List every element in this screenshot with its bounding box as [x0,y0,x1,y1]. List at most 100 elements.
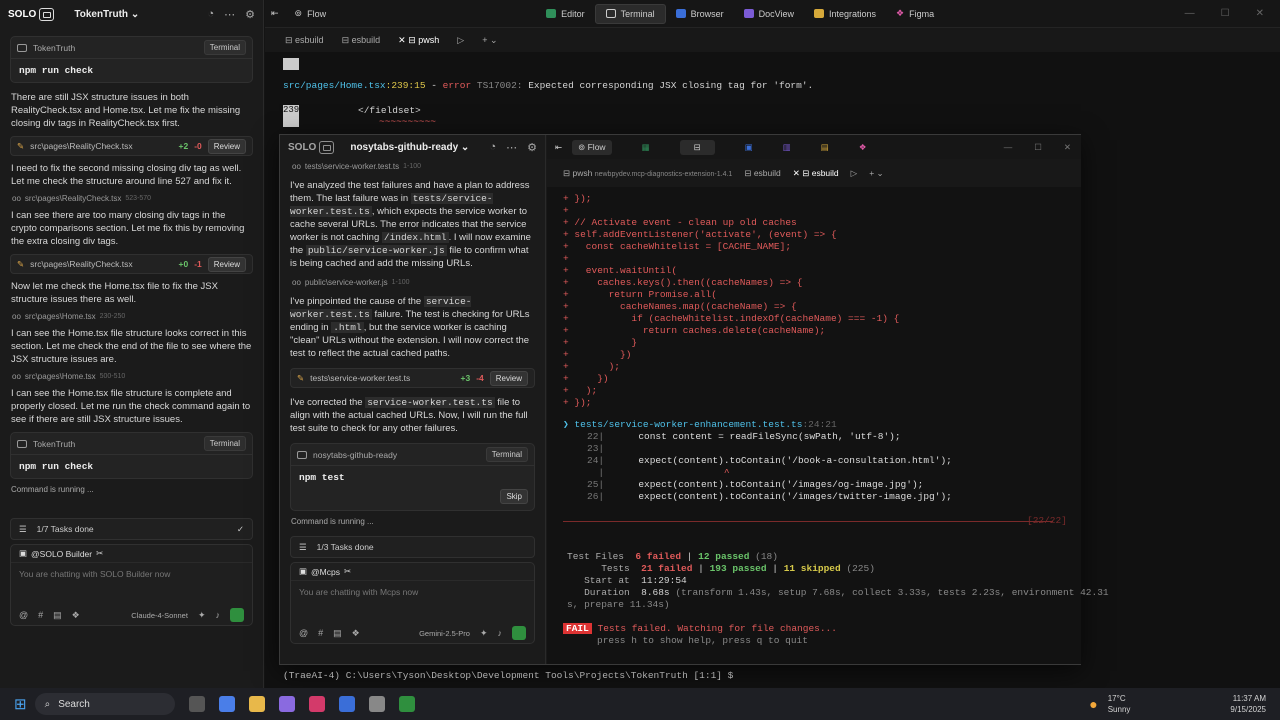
clock[interactable]: 11:37 AM 9/15/2025 [1230,693,1266,715]
tasks-progress[interactable]: ☰ 1/7 Tasks done ✓ [10,518,253,540]
editor-icon[interactable]: ▦ [642,142,650,153]
chat-input-box[interactable]: ▣ @SOLO Builder ✂ You are chatting with SO… [10,544,253,626]
chat-placeholder[interactable]: You are chatting with SOLO Builder now [11,563,252,605]
tab-browser[interactable]: Browser [666,4,734,24]
close-icon[interactable]: ✕ [1256,8,1264,19]
tab-editor[interactable]: Editor [536,4,595,24]
terminal-tag[interactable]: Terminal [485,447,528,462]
mention-icon[interactable]: @ [19,610,28,620]
figma-icon[interactable]: ❖ [72,610,80,621]
file-reference[interactable]: oo public\service-worker.js 1-100 [292,278,533,287]
send-button[interactable] [512,626,526,640]
flow-button[interactable]: ⊚ Flow [572,139,612,155]
trae-icon[interactable] [398,696,415,712]
add-terminal-icon[interactable]: + ⌄ [482,35,497,46]
diff-card[interactable]: ✎ src\pages\RealityCheck.tsx +0 -1 Review [10,254,253,274]
diff-card[interactable]: ✎ src\pages\RealityCheck.tsx +2 -0 Review [10,136,253,156]
tab-esbuild-1[interactable]: ⊟ esbuild [744,168,780,179]
docview-icon[interactable]: ▥ [783,142,791,153]
run-icon[interactable]: ▷ [851,168,858,179]
tab-docview[interactable]: DocView [734,4,804,24]
file-reference[interactable]: oo tests\service-worker.test.ts 1-100 [292,162,533,171]
sparkle-icon[interactable]: ✦ [480,628,488,639]
terminal-tag[interactable]: Terminal [203,436,246,451]
tab-esbuild-2[interactable]: ✕ ⊟ esbuild [793,168,839,179]
tasks-progress[interactable]: ☰ 1/3 Tasks done [290,536,535,558]
chat-history-icon[interactable]: ◔ [489,141,496,154]
terminal-icon [17,439,27,448]
terminal-icon[interactable]: ⊟ [679,139,715,155]
figma-icon[interactable]: ❖ [352,628,360,639]
review-button[interactable]: Review [489,370,528,386]
close-icon[interactable]: ✕ [1064,142,1071,153]
diff-code-line: + return Promise.all( [563,289,717,300]
github-icon[interactable] [368,696,385,712]
tab-terminal[interactable]: Terminal [594,3,666,24]
tab-integrations[interactable]: Integrations [804,4,886,24]
taskbar-search[interactable]: ⌕ Search [34,693,175,715]
weather[interactable]: 17°C Sunny [1108,693,1131,715]
list-icon: ☰ [299,541,307,552]
hash-icon[interactable]: # [38,610,43,620]
project-selector[interactable]: TokenTruth ⌄ [74,9,139,20]
project-selector[interactable]: nosytabs-github-ready ⌄ [350,142,469,153]
diff-card[interactable]: ✎ tests\service-worker.test.ts +3 -4 Review [290,368,535,388]
run-icon[interactable]: ▷ [457,35,464,46]
diff-code-line: + const cacheWhitelist = [CACHE_NAME]; [563,241,792,252]
maximize-icon[interactable]: ☐ [1221,8,1230,19]
window-terminal[interactable]: ⇤ ⊚ Flow ▦ ⊟ ▣ ▥ ▤ ❖ — ☐ ✕ ⊟ pwsh newbpy… [547,135,1109,664]
more-icon[interactable]: ⋯ [224,8,235,21]
file-reference[interactable]: oo src\pages\Home.tsx 500-510 [12,372,251,381]
image-icon[interactable]: ▤ [333,628,342,639]
vscode-icon[interactable] [338,696,355,712]
mic-icon[interactable]: ♪ [216,610,221,620]
back-button[interactable]: ⇤ [555,142,562,153]
file-reference[interactable]: oo src\pages\RealityCheck.tsx 523-570 [12,194,251,203]
minimize-icon[interactable]: — [1004,142,1013,153]
back-button[interactable]: ⇤ [265,4,285,24]
copilot-icon[interactable] [218,696,235,712]
hash-icon[interactable]: # [318,628,323,638]
windows-start-icon[interactable]: ⊞ [14,695,27,713]
skip-button[interactable]: Skip [500,489,528,504]
flow-button[interactable]: ⊚ Flow [285,4,337,24]
test-source-line: 23| [587,443,605,454]
maximize-icon[interactable]: ☐ [1034,142,1042,153]
minimize-icon[interactable]: — [1185,8,1195,19]
tab-esbuild-1[interactable]: ⊟ esbuild [285,35,324,46]
chat-input-box[interactable]: ▣ @Mcps ✂ You are chatting with Mcps now @… [290,562,535,644]
tab-pwsh[interactable]: ✕ ⊟ pwsh [398,35,439,46]
figma-icon[interactable]: ❖ [859,142,867,153]
terminal-tag[interactable]: Terminal [203,40,246,55]
chat-placeholder[interactable]: You are chatting with Mcps now [291,581,534,623]
store-icon[interactable] [278,696,295,712]
opera-icon[interactable] [308,696,325,712]
mention-icon[interactable]: @ [299,628,308,638]
settings-icon[interactable]: ⚙ [245,8,255,21]
model-selector[interactable]: Claude-4-Sonnet [131,611,188,620]
diff-minus: -1 [194,259,202,269]
settings-icon[interactable]: ⚙ [527,141,537,154]
tab-pwsh[interactable]: ⊟ pwsh newbpydev.mcp-diagnostics-extensi… [563,168,732,179]
diff-minus: -4 [476,373,484,383]
top-bar: ⇤ ⊚ Flow Editor Terminal Browser DocView … [265,0,1280,28]
tab-figma[interactable]: ❖ Figma [886,4,944,24]
tab-esbuild-2[interactable]: ⊟ esbuild [342,35,381,46]
task-view-icon[interactable] [188,696,205,712]
tools-icon: ✂ [343,566,352,576]
integrations-icon[interactable]: ▤ [821,142,829,153]
mic-icon[interactable]: ♪ [498,628,503,638]
model-selector[interactable]: Gemini-2.5-Pro [419,629,470,638]
browser-icon[interactable]: ▣ [745,142,753,153]
file-reference[interactable]: oo src\pages\Home.tsx 230-250 [12,312,251,321]
chat-history-icon[interactable]: ◔ [207,8,214,21]
more-icon[interactable]: ⋯ [506,141,517,154]
sparkle-icon[interactable]: ✦ [198,610,206,621]
review-button[interactable]: Review [207,256,246,272]
review-button[interactable]: Review [207,138,246,154]
image-icon[interactable]: ▤ [53,610,62,621]
send-button[interactable] [230,608,244,622]
add-terminal-icon[interactable]: + ⌄ [869,168,883,179]
file-explorer-icon[interactable] [248,696,265,712]
weather-icon[interactable]: ● [1089,696,1097,712]
